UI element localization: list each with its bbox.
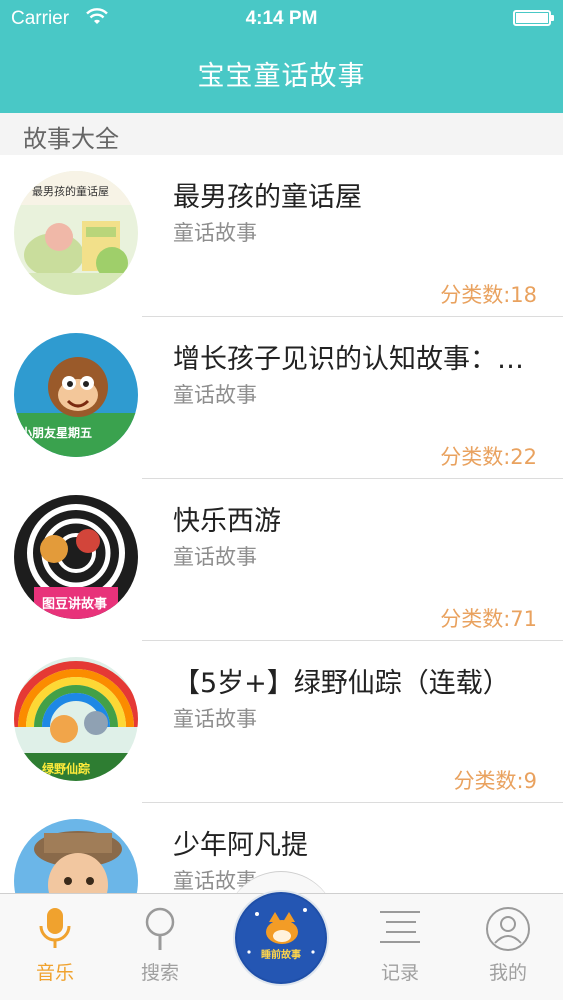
list-item[interactable]: 图豆讲故事 快乐西游 童话故事 分类数:71 (0, 479, 563, 641)
list-icon (380, 911, 420, 943)
tab-profile[interactable]: 我的 (453, 894, 563, 1001)
story-logo-icon (235, 892, 327, 984)
tab-label: 音乐 (35, 962, 74, 984)
tab-records[interactable]: 记录 (345, 894, 455, 1001)
profile-icon (486, 907, 530, 951)
svg-text:图豆讲故事: 图豆讲故事 (42, 596, 107, 612)
tab-label: 我的 (488, 962, 527, 984)
page-title: 宝宝童话故事 (197, 61, 366, 92)
status-bar: Carrier 4:14 PM (0, 0, 563, 38)
story-category: 童话故事 (173, 221, 257, 245)
list-item[interactable]: 小朋友星期五 增长孩子见识的认知故事：小… 童话故事 分类数:22 (0, 317, 563, 479)
clock: 4:14 PM (245, 8, 318, 29)
microphone-icon (39, 908, 71, 948)
list-item[interactable]: 绿野仙踪 【5岁+】绿野仙踪（连载） 童话故事 分类数:9 (0, 641, 563, 803)
tab-label: 记录 (380, 962, 419, 984)
svg-text:小朋友星期五: 小朋友星期五 (20, 425, 92, 440)
story-title: 【5岁+】绿野仙踪（连载） (173, 668, 510, 699)
tab-search[interactable]: 搜索 (105, 894, 215, 1001)
story-title: 快乐西游 (173, 506, 281, 537)
battery-icon (513, 10, 554, 26)
svg-text:绿野仙踪: 绿野仙踪 (42, 761, 90, 776)
story-category: 童话故事 (173, 545, 257, 569)
category-count: 分类数:18 (440, 283, 537, 307)
category-count: 分类数:9 (453, 769, 537, 793)
navigation-header: Carrier 4:14 PM 宝宝童话故事 (0, 0, 563, 113)
section-header: 故事大全 (0, 113, 563, 155)
story-title: 少年阿凡提 (173, 830, 308, 861)
story-category: 童话故事 (173, 383, 257, 407)
story-title: 增长孩子见识的认知故事：小… (173, 344, 548, 375)
svg-text:最男孩的童话屋: 最男孩的童话屋 (32, 184, 109, 198)
story-thumbnail: 最男孩的童话屋 (14, 171, 138, 295)
tab-label: 搜索 (140, 962, 179, 984)
tab-music[interactable]: 音乐 (0, 894, 110, 1001)
story-thumbnail: 图豆讲故事 (14, 495, 138, 619)
section-title: 故事大全 (23, 125, 119, 153)
search-icon (145, 907, 175, 950)
story-thumbnail: 绿野仙踪 (14, 657, 138, 781)
list-item[interactable]: 最男孩的童话屋 最男孩的童话屋 童话故事 分类数:18 (0, 155, 563, 317)
story-title: 最男孩的童话屋 (173, 182, 362, 213)
story-category: 童话故事 (173, 707, 257, 731)
category-count: 分类数:71 (440, 607, 537, 631)
story-center-button[interactable]: 睡前故事 (233, 890, 329, 986)
center-button-label: 睡前故事 (261, 950, 301, 961)
category-count: 分类数:22 (440, 445, 537, 469)
story-thumbnail: 小朋友星期五 (14, 333, 138, 457)
